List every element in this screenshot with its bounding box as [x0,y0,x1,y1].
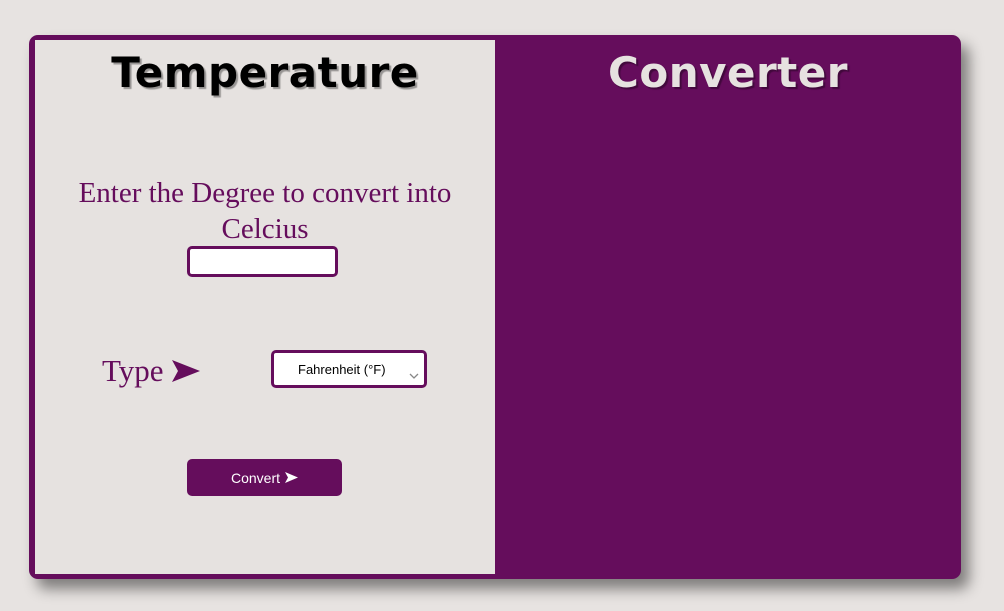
convert-button[interactable]: Convert [187,459,342,496]
type-label-row: Type [102,353,200,390]
type-select-value: Fahrenheit (°F) [298,362,386,377]
degree-prompt: Enter the Degree to convert into Celcius [78,177,452,245]
page-title-left: Temperature [111,48,419,97]
degree-input[interactable] [187,246,338,277]
converter-card: Temperature Enter the Degree to convert … [29,35,961,579]
arrow-right-icon [171,354,200,390]
chevron-down-icon [409,365,419,384]
left-panel: Temperature Enter the Degree to convert … [35,40,495,574]
arrow-right-icon [285,470,299,486]
type-label: Type [102,353,164,388]
page-title-right: Converter [608,48,848,97]
convert-button-label: Convert [230,469,281,486]
type-select[interactable]: Fahrenheit (°F) [271,350,427,388]
